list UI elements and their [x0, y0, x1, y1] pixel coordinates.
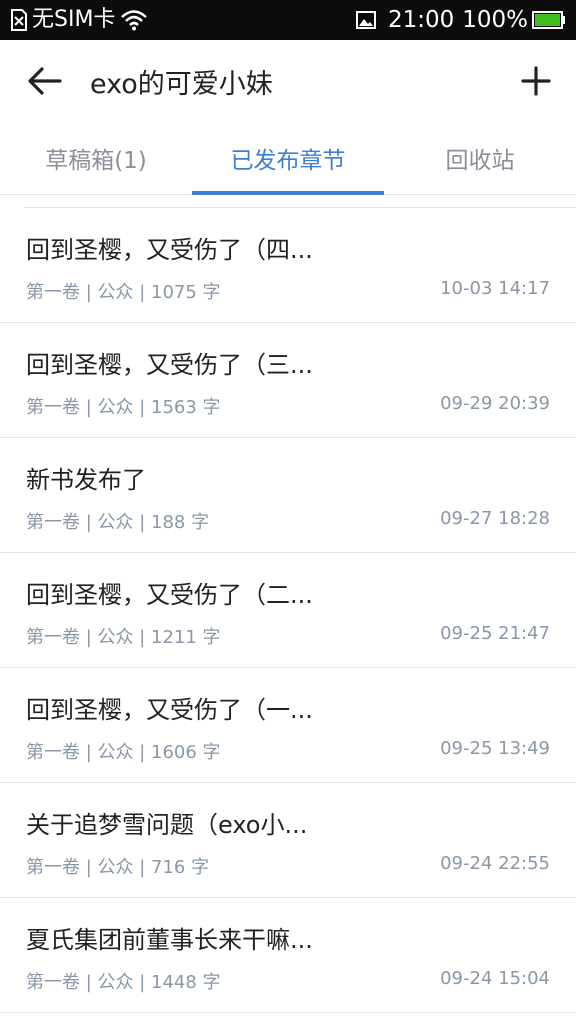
battery-icon	[532, 11, 565, 29]
status-bar: 无SIM卡 21:00 100%	[0, 0, 576, 40]
chapter-title: 新书发布了	[26, 466, 146, 494]
chapter-title: 夏氏集团前董事长来干嘛...	[26, 926, 313, 954]
page-title: exo的可爱小妹	[90, 68, 273, 100]
chapter-time: 09-24 15:04	[440, 968, 550, 989]
carrier-text: 无SIM卡	[32, 7, 116, 32]
status-left: 无SIM卡	[0, 0, 148, 40]
add-chapter-button[interactable]	[496, 40, 576, 122]
chapter-meta: 第一卷 | 公众 | 1606 字	[26, 742, 221, 763]
battery-percent: 100%	[462, 7, 528, 33]
chapter-meta: 第一卷 | 公众 | 188 字	[26, 512, 210, 533]
chapter-time: 09-25 13:49	[440, 738, 550, 759]
tab-drafts[interactable]: 草稿箱(1)	[0, 122, 192, 194]
tab-label: 已发布章节	[230, 148, 346, 174]
chapter-row[interactable]: 关于追梦雪问题（exo小... 第一卷 | 公众 | 716 字 09-24 2…	[0, 783, 576, 898]
chapter-time: 09-24 22:55	[440, 853, 550, 874]
chapter-row[interactable]: 回到圣樱，又受伤了（四... 第一卷 | 公众 | 1075 字 10-03 1…	[0, 208, 576, 323]
tab-bar: 草稿箱(1) 已发布章节 回收站	[0, 122, 576, 195]
chapter-row[interactable]: 回到圣樱，又受伤了（二... 第一卷 | 公众 | 1211 字 09-25 2…	[0, 553, 576, 668]
status-right: 21:00 100%	[355, 7, 576, 33]
chapter-time: 09-27 18:28	[440, 508, 550, 529]
chapter-time: 09-29 20:39	[440, 393, 550, 414]
chapter-time: 09-25 21:47	[440, 623, 550, 644]
chapter-meta: 第一卷 | 公众 | 1075 字	[26, 282, 221, 303]
no-sim-icon	[11, 9, 27, 31]
tab-recycle-bin[interactable]: 回收站	[384, 122, 576, 194]
tab-label: 回收站	[445, 148, 515, 174]
arrow-left-icon	[28, 67, 62, 95]
back-button[interactable]	[0, 40, 90, 122]
chapter-meta: 第一卷 | 公众 | 1563 字	[26, 397, 221, 418]
chapter-meta: 第一卷 | 公众 | 1448 字	[26, 972, 221, 993]
tab-label: 草稿箱(1)	[45, 148, 147, 174]
chapter-title: 回到圣樱，又受伤了（四...	[26, 236, 313, 264]
chapter-time: 10-03 14:17	[440, 278, 550, 299]
chapter-meta: 第一卷 | 公众 | 1211 字	[26, 627, 221, 648]
chapter-row[interactable]: 夏氏集团前董事长来干嘛... 第一卷 | 公众 | 1448 字 09-24 1…	[0, 898, 576, 1013]
chapter-row[interactable]: 回到圣樱，又受伤了（一... 第一卷 | 公众 | 1606 字 09-25 1…	[0, 668, 576, 783]
chapter-title: 回到圣樱，又受伤了（三...	[26, 351, 313, 379]
list-divider	[24, 195, 576, 208]
plus-icon	[521, 66, 551, 96]
chapter-meta: 第一卷 | 公众 | 716 字	[26, 857, 210, 878]
chapter-title: 回到圣樱，又受伤了（二...	[26, 581, 313, 609]
clock: 21:00	[387, 7, 455, 33]
chapter-row[interactable]: 新书发布了 第一卷 | 公众 | 188 字 09-27 18:28	[0, 438, 576, 553]
image-notification-icon	[355, 11, 376, 29]
tab-published[interactable]: 已发布章节	[192, 122, 384, 195]
chapter-row[interactable]: 回到圣樱，又受伤了（三... 第一卷 | 公众 | 1563 字 09-29 2…	[0, 323, 576, 438]
chapter-title: 关于追梦雪问题（exo小...	[26, 811, 308, 839]
wifi-icon	[121, 10, 148, 31]
chapter-title: 回到圣樱，又受伤了（一...	[26, 696, 313, 724]
chapter-list[interactable]: 回到圣樱，又受伤了（四... 第一卷 | 公众 | 1075 字 10-03 1…	[0, 195, 576, 1013]
app-bar: exo的可爱小妹	[0, 40, 576, 122]
